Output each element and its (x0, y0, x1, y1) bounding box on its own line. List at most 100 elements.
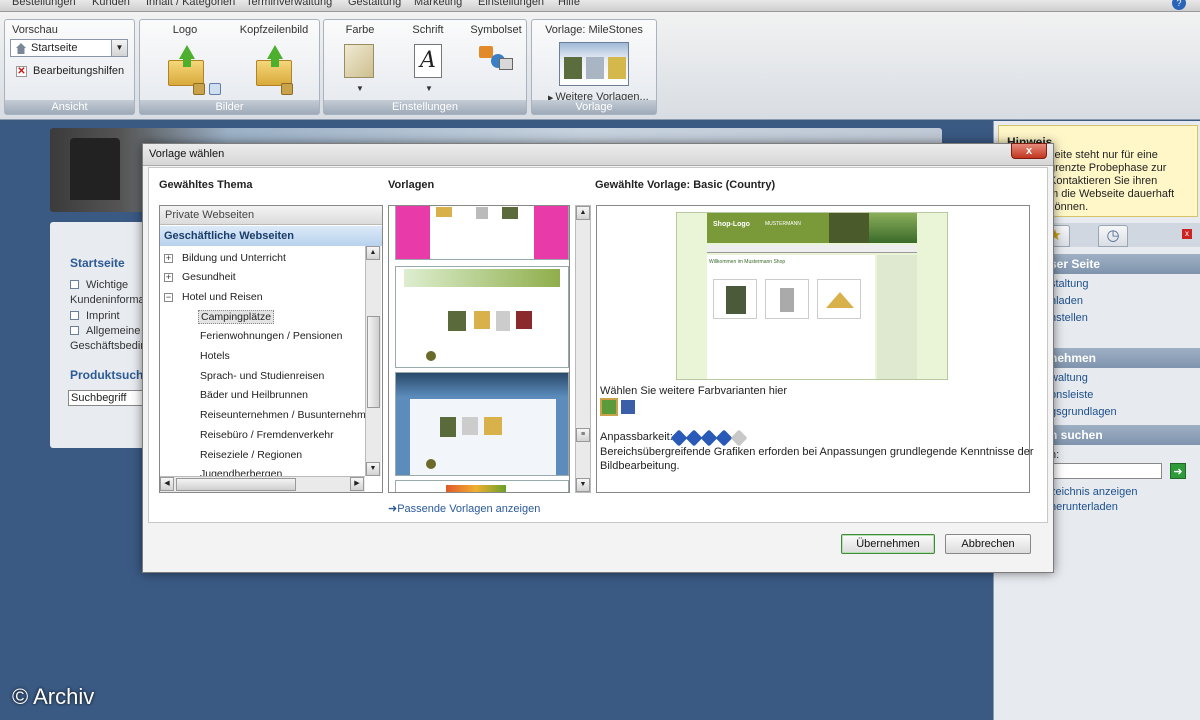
sidebar-link[interactable]: gsgrundlagen (1050, 406, 1117, 418)
tree-leaf-reiseunternehmen[interactable]: Reiseunternehmen / Busunternehmen (200, 409, 377, 421)
template-thumb-fruit[interactable] (395, 480, 569, 492)
preview-column-header: Gewählte Vorlage: Basic (Country) (595, 179, 776, 191)
ribbon-group-footer: Ansicht (5, 100, 134, 114)
palette-icon[interactable] (344, 44, 374, 78)
menu-terminverwaltung[interactable]: Terminverwaltung (246, 0, 332, 8)
tree-node-hotel-reisen[interactable]: Hotel und Reisen (182, 291, 263, 303)
menu-bestellungen[interactable]: Bestellungen (12, 0, 76, 8)
tree-leaf-reiseziele[interactable]: Reiseziele / Regionen (200, 449, 302, 461)
thumb-blue-header (396, 373, 568, 397)
thumb-blue-item (426, 459, 436, 469)
menu-einstellungen[interactable]: Einstellungen (478, 0, 544, 8)
sidebar-link[interactable]: onsleiste (1050, 389, 1093, 401)
scroll-down-icon[interactable]: ▼ (366, 462, 380, 476)
dialog-titlebar: Vorlage wählen x (143, 143, 1053, 166)
scroll-thumb[interactable]: ≡ (576, 428, 590, 442)
checkbox[interactable] (70, 311, 79, 320)
brush-icon-empty (730, 429, 748, 447)
tree-node-bildung[interactable]: Bildung und Unterricht (182, 252, 286, 264)
thumb-pink-band (396, 206, 430, 259)
chevron-down-icon[interactable]: ▼ (356, 84, 364, 93)
current-template-thumbnail[interactable] (559, 42, 629, 86)
vorschau-select[interactable]: Startseite ▼ (10, 39, 128, 57)
bearbeitungshilfen-label: Bearbeitungshilfen (33, 65, 125, 77)
left-item-kundeninformat[interactable]: Kundeninformat (70, 294, 148, 306)
tree-vertical-scrollbar[interactable]: ▲ ▼ (365, 246, 381, 476)
scroll-up-icon[interactable]: ▲ (366, 246, 380, 260)
scroll-down-icon[interactable]: ▼ (576, 478, 590, 492)
clock-icon[interactable]: ◷ (1098, 225, 1128, 247)
ribbon-group-bilder: Logo Kopfzeilenbild Bilder (139, 19, 320, 115)
dialog-close-button[interactable]: x (1011, 143, 1047, 159)
image-icon[interactable] (209, 83, 221, 95)
tool-shape (780, 288, 794, 312)
tree-leaf-baeder[interactable]: Bäder und Heilbrunnen (200, 389, 308, 401)
close-icon[interactable]: ✕ (16, 66, 27, 77)
color-variant-blue[interactable] (621, 400, 635, 414)
sidebar-link[interactable]: hladen (1050, 295, 1083, 307)
sidebar-link[interactable]: waltung (1050, 372, 1088, 384)
dialog-title: Vorlage wählen (149, 148, 225, 160)
expand-icon[interactable]: + (164, 254, 173, 263)
template-thumb-pink[interactable] (395, 206, 569, 260)
tree-node-gesundheit[interactable]: Gesundheit (182, 271, 236, 283)
thumb-block (608, 57, 626, 79)
tree-leaf-hotels[interactable]: Hotels (200, 350, 230, 362)
thumb-green-item (496, 311, 510, 331)
tree-horizontal-scrollbar[interactable]: ◀ ▶ (160, 476, 365, 492)
sidebar-link[interactable]: herunterladen (1050, 501, 1118, 513)
theme-column-header: Gewähltes Thema (159, 179, 253, 191)
checkbox[interactable] (70, 326, 79, 335)
font-icon[interactable]: A (414, 44, 442, 78)
chevron-down-icon[interactable]: ▼ (425, 84, 433, 93)
menu-hilfe[interactable]: Hilfe (558, 0, 580, 8)
left-item-allgemeine[interactable]: Allgemeine (86, 325, 140, 337)
template-thumb-green[interactable] (395, 266, 569, 368)
sidebar-link[interactable]: zeichnis anzeigen (1050, 486, 1137, 498)
tree-leaf-reisebuero[interactable]: Reisebüro / Fremdenverkehr (200, 429, 334, 441)
sidebar-link[interactable]: nstellen (1050, 312, 1088, 324)
left-item-imprint[interactable]: Imprint (86, 310, 120, 322)
scroll-thumb[interactable] (367, 316, 380, 408)
sidebar-link[interactable]: staltung (1050, 278, 1089, 290)
left-item-wichtige[interactable]: Wichtige (86, 279, 128, 291)
edit-icon[interactable] (193, 83, 205, 95)
anpassbarkeit-label: Anpassbarkeit: (600, 431, 673, 443)
tree-leaf-ferienwohnungen[interactable]: Ferienwohnungen / Pensionen (200, 330, 342, 342)
edit-icon[interactable] (281, 83, 293, 95)
description-line-1: Bereichsübergreifende Grafiken erforden … (600, 446, 1034, 458)
menu-kunden[interactable]: Kunden (92, 0, 130, 8)
scroll-right-icon[interactable]: ▶ (350, 477, 364, 491)
expand-icon[interactable]: + (164, 273, 173, 282)
scroll-left-icon[interactable]: ◀ (160, 477, 174, 491)
scroll-thumb[interactable] (176, 478, 296, 491)
passende-vorlagen-link[interactable]: ➜Passende Vorlagen anzeigen (388, 502, 540, 515)
collapse-icon[interactable]: − (164, 293, 173, 302)
checkbox[interactable] (70, 280, 79, 289)
product-search-input[interactable]: Suchbegriff (68, 390, 148, 406)
close-icon[interactable]: x (1182, 229, 1192, 239)
template-thumb-blue[interactable] (395, 372, 569, 476)
help-icon[interactable]: ? (1172, 0, 1186, 10)
left-item-geschaeftsbedin[interactable]: Geschäftsbedin (70, 340, 146, 352)
chevron-down-icon[interactable]: ▼ (111, 40, 127, 56)
sidebar-search-input[interactable] (1040, 463, 1162, 479)
abbrechen-button[interactable]: Abbrechen (945, 534, 1031, 554)
tree-category-business[interactable]: Geschäftliche Webseiten (160, 226, 382, 246)
thumb-blue-item (440, 417, 456, 437)
tree-leaf-sprachreisen[interactable]: Sprach- und Studienreisen (200, 370, 324, 382)
uebernehmen-button[interactable]: Übernehmen (841, 534, 935, 554)
ribbon-group-ansicht: Vorschau Startseite ▼ ✕ Bearbeitungshilf… (4, 19, 135, 115)
color-variant-green[interactable] (600, 398, 618, 416)
tree-leaf-campingplaetze[interactable]: Campingplätze (198, 310, 275, 324)
upload-arrow-stem (183, 57, 191, 67)
templates-vertical-scrollbar[interactable]: ▲ ≡ ▼ (575, 205, 591, 493)
tree-category-private[interactable]: Private Webseiten (160, 206, 382, 225)
menu-inhalt-kategorien[interactable]: Inhalt / Kategorien (146, 0, 235, 8)
schrift-label: Schrift (412, 24, 444, 36)
scroll-up-icon[interactable]: ▲ (576, 206, 590, 220)
menu-gestaltung[interactable]: Gestaltung (348, 0, 401, 8)
arrow-right-icon[interactable]: ➜ (1170, 463, 1186, 479)
menu-marketing[interactable]: Marketing (414, 0, 462, 8)
symbolset-icon[interactable] (479, 44, 513, 74)
